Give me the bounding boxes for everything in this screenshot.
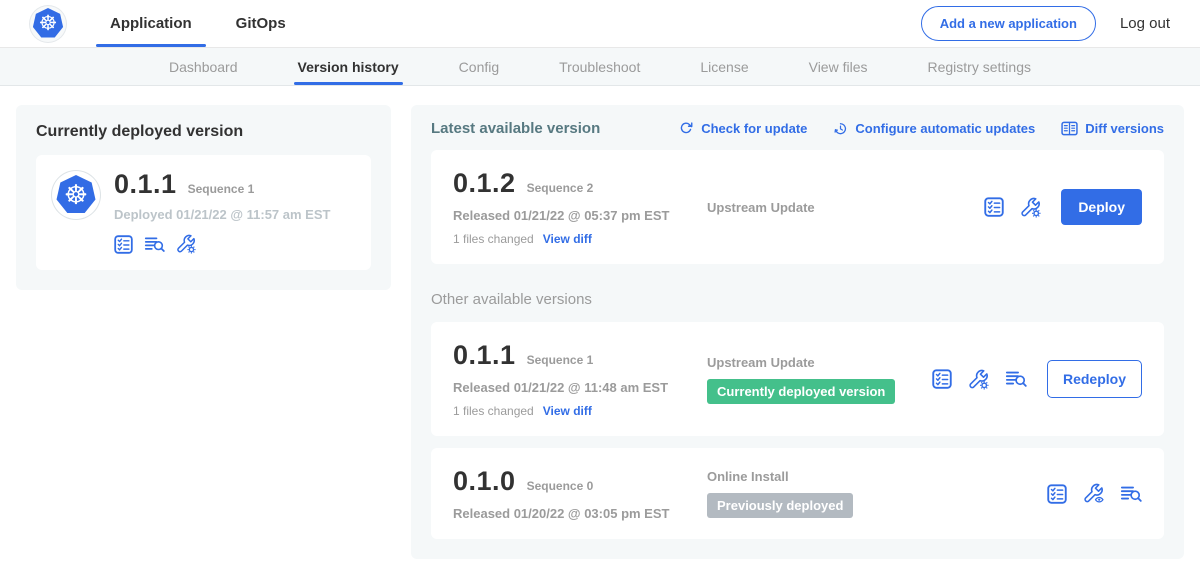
version-number: 0.1.1 <box>114 169 177 200</box>
logs-magnifier-icon[interactable] <box>1120 484 1142 504</box>
view-diff-link[interactable]: View diff <box>543 232 592 246</box>
tab-license[interactable]: License <box>698 48 750 85</box>
add-new-application-button[interactable]: Add a new application <box>921 6 1096 41</box>
preflight-checklist-icon[interactable] <box>932 369 952 389</box>
subnav: Dashboard Version history Config Trouble… <box>0 48 1200 86</box>
version-info: 0.1.1 Sequence 1 Released 01/21/22 @ 11:… <box>453 340 707 418</box>
source-label: Online Install <box>707 469 1037 484</box>
current-version-details: 0.1.1 Sequence 1 Deployed 01/21/22 @ 11:… <box>114 169 330 254</box>
wrench-gear-icon[interactable] <box>968 369 989 390</box>
main-content: Currently deployed version ☸ 0.1.1 Seque… <box>0 86 1200 559</box>
version-info: 0.1.2 Sequence 2 Released 01/21/22 @ 05:… <box>453 168 707 246</box>
version-number: 0.1.2 <box>453 168 516 199</box>
app-logo: ☸ <box>52 171 100 219</box>
current-version-card: ☸ 0.1.1 Sequence 1 Deployed 01/21/22 @ 1… <box>36 155 371 270</box>
nav-tab-application[interactable]: Application <box>88 0 214 47</box>
configure-automatic-updates-link[interactable]: Configure automatic updates <box>833 121 1035 136</box>
panel-title: Currently deployed version <box>36 123 371 141</box>
refresh-icon <box>679 121 694 136</box>
tab-registry-settings[interactable]: Registry settings <box>926 48 1033 85</box>
version-number: 0.1.1 <box>453 340 516 371</box>
nav-tab-gitops[interactable]: GitOps <box>214 0 308 47</box>
version-info: 0.1.0 Sequence 0 Released 01/20/22 @ 03:… <box>453 466 707 521</box>
tab-view-files[interactable]: View files <box>807 48 870 85</box>
source-label: Upstream Update <box>707 355 922 370</box>
preflight-checklist-icon[interactable] <box>114 235 133 254</box>
kubernetes-helm-icon: ☸ <box>33 8 64 39</box>
logs-magnifier-icon[interactable] <box>144 235 165 254</box>
tab-troubleshoot[interactable]: Troubleshoot <box>557 48 642 85</box>
version-row-0-1-1: 0.1.1 Sequence 1 Released 01/21/22 @ 11:… <box>431 322 1164 436</box>
previously-deployed-badge: Previously deployed <box>707 493 853 518</box>
version-history-panel: Latest available version Check for updat… <box>411 105 1184 559</box>
released-timestamp: Released 01/21/22 @ 11:48 am EST <box>453 380 707 395</box>
tab-label: Config <box>459 59 499 75</box>
nav-tab-label: Application <box>110 15 192 32</box>
logout-button[interactable]: Log out <box>1120 15 1170 32</box>
version-row-actions <box>1047 483 1142 504</box>
version-number: 0.1.0 <box>453 466 516 497</box>
version-row-actions: Deploy <box>984 189 1142 225</box>
version-actions: Check for update Configure automatic upd… <box>679 120 1164 137</box>
version-source: Online Install Previously deployed <box>707 469 1047 518</box>
link-label: Diff versions <box>1085 121 1164 136</box>
logs-magnifier-icon[interactable] <box>1005 369 1027 389</box>
version-source: Upstream Update <box>707 200 984 215</box>
sequence-label: Sequence 1 <box>188 182 255 196</box>
version-row-0-1-0: 0.1.0 Sequence 0 Released 01/20/22 @ 03:… <box>431 448 1164 539</box>
preflight-checklist-icon[interactable] <box>984 197 1004 217</box>
diff-versions-link[interactable]: Diff versions <box>1061 120 1164 137</box>
top-navbar: ☸ Application GitOps Add a new applicati… <box>0 0 1200 48</box>
released-timestamp: Released 01/20/22 @ 03:05 pm EST <box>453 506 707 521</box>
version-row-0-1-2: 0.1.2 Sequence 2 Released 01/21/22 @ 05:… <box>431 150 1164 264</box>
navbar-right: Add a new application Log out <box>921 0 1170 47</box>
sequence-label: Sequence 2 <box>527 181 594 195</box>
diff-icon <box>1061 120 1078 137</box>
preflight-checklist-icon[interactable] <box>1047 484 1067 504</box>
kubernetes-helm-icon: ☸ <box>56 175 96 215</box>
tab-label: License <box>700 59 748 75</box>
deployed-timestamp: Deployed 01/21/22 @ 11:57 am EST <box>114 207 330 222</box>
wrench-eye-icon[interactable] <box>1083 483 1104 504</box>
version-source: Upstream Update Currently deployed versi… <box>707 355 932 404</box>
tab-config[interactable]: Config <box>457 48 501 85</box>
redeploy-button[interactable]: Redeploy <box>1047 360 1142 398</box>
wrench-gear-icon[interactable] <box>176 234 196 254</box>
view-diff-link[interactable]: View diff <box>543 404 592 418</box>
tab-label: View files <box>809 59 868 75</box>
kubernetes-logo: ☸ <box>30 6 66 42</box>
source-label: Upstream Update <box>707 200 974 215</box>
version-row-actions: Redeploy <box>932 360 1142 398</box>
latest-version-title: Latest available version <box>431 120 600 137</box>
deploy-button[interactable]: Deploy <box>1061 189 1142 225</box>
tab-label: Dashboard <box>169 59 238 75</box>
tab-label: Troubleshoot <box>559 59 640 75</box>
wrench-gear-icon[interactable] <box>1020 197 1041 218</box>
files-changed-label: 1 files changed <box>453 232 534 246</box>
sequence-label: Sequence 1 <box>527 353 594 367</box>
link-label: Check for update <box>701 121 807 136</box>
latest-version-header: Latest available version Check for updat… <box>431 120 1164 137</box>
released-timestamp: Released 01/21/22 @ 05:37 pm EST <box>453 208 707 223</box>
tab-label: Registry settings <box>928 59 1031 75</box>
files-changed-label: 1 files changed <box>453 404 534 418</box>
tab-label: Version history <box>298 59 399 75</box>
check-for-update-link[interactable]: Check for update <box>679 121 807 136</box>
tab-version-history[interactable]: Version history <box>296 48 401 85</box>
currently-deployed-panel: Currently deployed version ☸ 0.1.1 Seque… <box>16 105 391 290</box>
tab-dashboard[interactable]: Dashboard <box>167 48 240 85</box>
nav-tab-label: GitOps <box>236 15 286 32</box>
schedule-icon <box>833 121 848 136</box>
link-label: Configure automatic updates <box>855 121 1035 136</box>
other-versions-title: Other available versions <box>431 291 1164 308</box>
sequence-label: Sequence 0 <box>527 479 594 493</box>
currently-deployed-badge: Currently deployed version <box>707 379 895 404</box>
